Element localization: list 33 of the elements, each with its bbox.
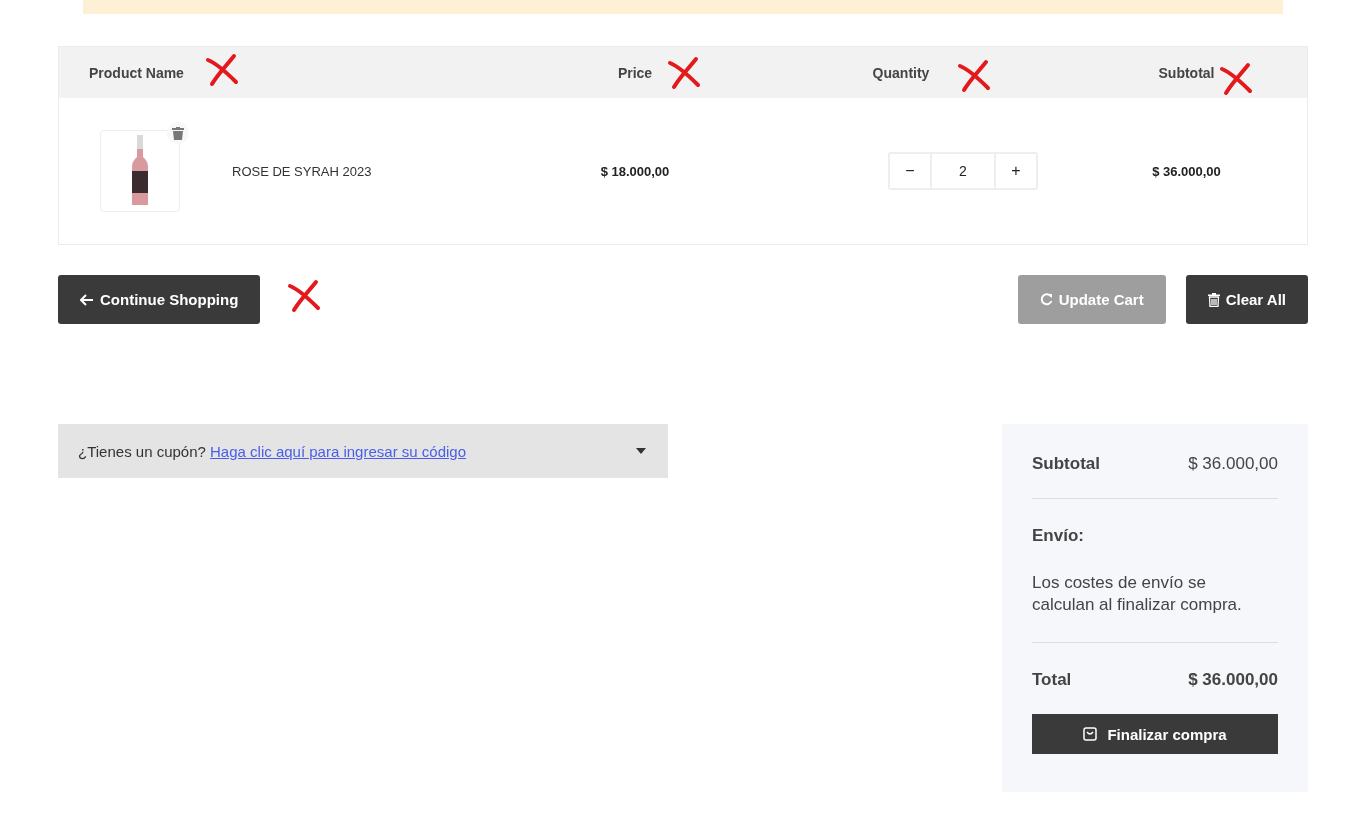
cross-mark-icon	[956, 58, 992, 94]
column-header: Quantity	[871, 64, 931, 81]
cross-mark-icon	[666, 55, 702, 91]
product-name: ROSE DE SYRAH 2023	[232, 163, 372, 179]
coupon-text: ¿Tienes un cupón? Haga clic aquí para ingresar su código	[78, 442, 466, 460]
subtotal-value: $ 36.000,00	[1188, 454, 1278, 474]
refresh-icon	[1039, 293, 1053, 306]
total-value: $ 36.000,00	[1188, 670, 1278, 690]
left-arrow-icon	[80, 293, 94, 306]
total-label: Total	[1032, 670, 1072, 690]
trash-icon	[1207, 292, 1220, 307]
quantity-field[interactable]: 2	[930, 154, 996, 188]
column-header: Product Name	[88, 64, 185, 81]
shipping-label: Envío:	[1032, 526, 1084, 545]
wine-bottle-icon	[131, 135, 149, 207]
delete-button[interactable]	[167, 122, 189, 144]
cross-mark-icon	[204, 52, 240, 88]
shopping-bag-icon	[1083, 727, 1098, 741]
coupon-link[interactable]: Haga clic aquí para ingresar su código	[210, 442, 466, 460]
trash-icon	[172, 126, 184, 140]
subtotal-label: Subtotal	[1032, 454, 1100, 474]
product-subtotal: $ 36.000,00	[1151, 163, 1222, 179]
cross-mark-icon	[286, 278, 322, 314]
continue-shopping-button[interactable]: Continue Shopping	[58, 275, 261, 324]
column-header: Price	[616, 64, 654, 81]
checkout-button[interactable]: Finalizar compra	[1032, 714, 1278, 754]
cross-mark-icon	[1218, 61, 1254, 97]
caret-icon[interactable]	[636, 448, 646, 454]
clear-all-button[interactable]: Clear All	[1185, 275, 1308, 324]
quantity-stepper[interactable]: − 2 +	[888, 152, 1038, 190]
column-header: Subtotal	[1157, 64, 1216, 81]
shipping-note: Los costes de envío se calculan al finalizar compra.	[1032, 572, 1243, 616]
product-price: $ 18.000,00	[599, 163, 671, 179]
